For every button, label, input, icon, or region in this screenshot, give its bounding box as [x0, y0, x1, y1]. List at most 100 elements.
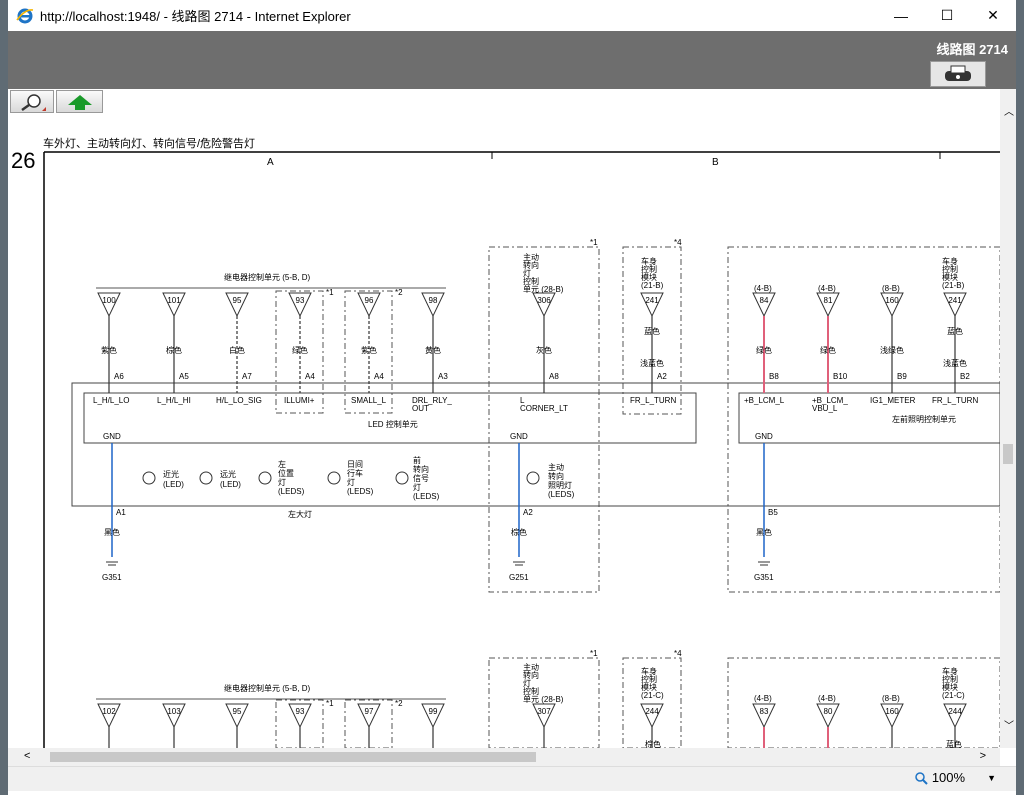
- ref-text: (8-B): [882, 694, 900, 703]
- vertical-scrollbar[interactable]: ︿ ﹀: [1000, 89, 1016, 748]
- body-module-c-text: (21-C): [942, 691, 965, 700]
- relay-unit-label: 继电器控制单元 (5-B, D): [224, 272, 311, 282]
- zoom-dropdown-icon[interactable]: ▼: [987, 773, 996, 783]
- lamp-text: (LEDS): [347, 487, 374, 496]
- connector-label: A4: [374, 372, 384, 381]
- scroll-left-icon[interactable]: <: [24, 750, 30, 762]
- note-text: *1: [326, 699, 334, 708]
- lamp-text: (LEDS): [413, 492, 440, 501]
- ref-text: (4-B): [818, 284, 836, 293]
- pin-number: 95: [233, 296, 242, 305]
- connector-label: A8: [549, 372, 559, 381]
- wire-color-label: 紫色: [101, 345, 117, 355]
- signal-label: CORNER_LT: [520, 404, 568, 413]
- note-text: *1: [326, 288, 334, 297]
- gnd-label-3: GND: [755, 432, 773, 441]
- connector-label: B9: [897, 372, 907, 381]
- zoom-control[interactable]: 100% ▼: [914, 770, 996, 785]
- ground-text: 棕色: [511, 527, 527, 537]
- brown-label: 棕色: [645, 739, 661, 748]
- lamp-text: 近光: [163, 469, 179, 479]
- gnd-label-2: GND: [510, 432, 528, 441]
- connector-label: A4: [305, 372, 315, 381]
- wire-color-label: 绿色: [820, 345, 836, 355]
- vertical-scroll-thumb[interactable]: [1003, 444, 1013, 464]
- signal-label: SMALL_L: [351, 396, 387, 405]
- wire-color-label: 浅蓝色: [943, 358, 967, 368]
- pin-number: 102: [102, 707, 116, 716]
- ref-text: (4-B): [754, 694, 772, 703]
- signal-label: IG1_METER: [870, 396, 916, 405]
- wire-color-label: 黄色: [425, 345, 441, 355]
- pin-number: 97: [365, 707, 374, 716]
- signal-label: L_H/L_LO: [93, 396, 129, 405]
- lamp-text: 日间: [347, 460, 363, 469]
- ground-text: B5: [768, 508, 778, 517]
- note-text: *4: [674, 649, 682, 658]
- lamp-text: 远光: [220, 469, 236, 479]
- signal-label: OUT: [412, 404, 429, 413]
- window-title: http://localhost:1948/ - 线路图 2714 - Inte…: [40, 9, 351, 24]
- horizontal-scroll-thumb[interactable]: [50, 752, 536, 762]
- ground-text: 黑色: [756, 527, 772, 537]
- body-module-text: (21-B): [942, 281, 965, 290]
- wire-color-label: 蓝色: [644, 326, 660, 336]
- pin-number: 160: [885, 296, 899, 305]
- signal-label: +B_LCM_L: [744, 396, 785, 405]
- print-button[interactable]: [930, 61, 986, 87]
- horizontal-scrollbar[interactable]: < >: [8, 748, 1000, 766]
- active-lamp-text: 转向: [548, 471, 564, 481]
- zoom-tool-button[interactable]: [10, 90, 54, 113]
- scroll-down-icon[interactable]: ﹀: [1004, 717, 1014, 732]
- pin-number: 95: [233, 707, 242, 716]
- minimize-button[interactable]: —: [878, 0, 924, 31]
- zoom-level: 100%: [931, 770, 966, 785]
- connector-label: A6: [114, 372, 124, 381]
- note-text: *4: [674, 238, 682, 247]
- pin-number: 244: [948, 707, 962, 716]
- pin-number: 160: [885, 707, 899, 716]
- wire-color-label: 蓝色: [947, 326, 963, 336]
- signal-label: H/L_LO_SIG: [216, 396, 262, 405]
- page-title: 线路图 2714: [936, 42, 1008, 57]
- signal-label: L_H/L_HI: [157, 396, 191, 405]
- scroll-right-icon[interactable]: >: [980, 750, 986, 762]
- connector-label: B2: [960, 372, 970, 381]
- signal-label: VBU_L: [812, 404, 838, 413]
- close-button[interactable]: ✕: [970, 0, 1016, 31]
- wire-color-label: 浅绿色: [880, 345, 904, 355]
- pin-number: 103: [167, 707, 181, 716]
- ground-text: G251: [509, 573, 529, 582]
- connector-label: A5: [179, 372, 189, 381]
- lamp-text: 灯: [413, 482, 421, 492]
- blue-label: 蓝色: [946, 739, 962, 748]
- arrow-up-icon: [67, 94, 92, 110]
- pin-number: 96: [365, 296, 374, 305]
- ground-text: G351: [102, 573, 122, 582]
- pin-number: 93: [296, 296, 305, 305]
- wire-color-label: 绿色: [756, 345, 772, 355]
- zone-b-label: B: [712, 157, 719, 168]
- printer-icon: [945, 65, 971, 81]
- zone-a-label: A: [267, 157, 274, 168]
- lamp-text: 左: [278, 459, 286, 469]
- up-arrow-button[interactable]: [56, 90, 103, 113]
- active-lamp-text: 主动: [548, 462, 564, 472]
- pin-number: 244: [645, 707, 659, 716]
- maximize-button[interactable]: ☐: [924, 0, 970, 31]
- toolbar: [8, 89, 1016, 117]
- lamp-text: 灯: [347, 477, 355, 487]
- ref-text: (8-B): [882, 284, 900, 293]
- connector-label: A2: [657, 372, 667, 381]
- wire-color-label: 白色: [229, 345, 245, 355]
- pin-number: 101: [167, 296, 181, 305]
- pin-number: 307: [537, 707, 551, 716]
- scroll-up-icon[interactable]: ︿: [1004, 103, 1014, 118]
- note-text: *2: [395, 288, 403, 297]
- ground-text: A1: [116, 508, 126, 517]
- connector-label: A7: [242, 372, 252, 381]
- connector-label: A3: [438, 372, 448, 381]
- active-lamp-text: (LEDS): [548, 490, 575, 499]
- lamp-text: 转向: [413, 464, 429, 474]
- body-module-c-text: (21-C): [641, 691, 664, 700]
